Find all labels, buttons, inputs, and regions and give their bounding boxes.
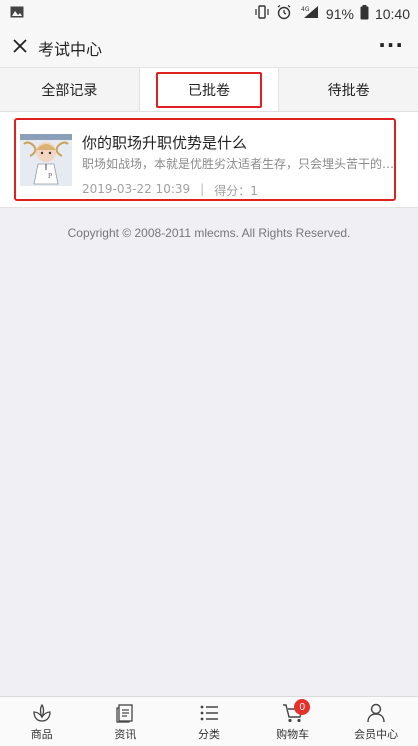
network-label: 4G [301,6,310,13]
nav-item-news[interactable]: 资讯 [84,697,168,746]
battery-percent: 91% [325,5,354,22]
page-title: 考试中心 [38,40,103,59]
gallery-notification-icon [10,6,24,22]
meta-separator: | [200,182,205,196]
tab-graded[interactable]: 已批卷 [139,68,280,111]
bottom-nav: 商品 资讯 分类 0 购物车 会员中心 [0,696,418,746]
tab-label: 待批卷 [327,82,370,99]
battery-icon [360,4,369,23]
svg-text:P: P [48,173,52,180]
close-icon[interactable] [10,36,30,56]
nav-item-products[interactable]: 商品 [0,697,84,746]
nav-label: 购物车 [276,727,310,741]
user-icon [367,703,385,722]
record-list: P 你的职场升职优势是什么 职场如战场，本就是优胜劣汰适者生存，只会埋头苦干的人… [0,112,418,208]
tab-pending[interactable]: 待批卷 [279,68,418,111]
record-description: 职场如战场，本就是优胜劣汰适者生存，只会埋头苦干的人… [82,157,402,171]
list-icon [200,705,218,720]
cart-count-badge: 0 [294,699,311,715]
signal-4g-icon: 4G [298,5,320,22]
clock-time: 10:40 [374,5,410,22]
flower-icon [33,703,51,722]
alarm-icon [276,4,292,23]
nav-item-cart[interactable]: 0 购物车 [251,697,335,746]
nav-item-member-center[interactable]: 会员中心 [334,697,418,746]
status-bar: 4G 91% 10:40 [0,0,418,26]
nav-label: 商品 [30,727,53,741]
record-date: 2019-03-22 10:39 [82,182,191,196]
record-meta: 2019-03-22 10:39 | 得分：1 [82,182,258,199]
copyright-text: Copyright © 2008-2011 mlecms. All Rights… [67,226,351,240]
nav-label: 会员中心 [354,727,399,741]
nav-item-categories[interactable]: 分类 [167,697,251,746]
document-icon [116,703,134,723]
record-title: 你的职场升职优势是什么 [82,134,248,152]
tab-all-records[interactable]: 全部记录 [0,68,140,111]
app-header: 考试中心 ··· [0,26,418,68]
nav-label: 资讯 [114,727,137,741]
record-tabs: 全部记录 已批卷 待批卷 [0,68,418,112]
nav-label: 分类 [197,727,220,741]
more-options-button[interactable]: ··· [378,33,404,57]
tab-label: 全部记录 [41,82,98,99]
list-item[interactable]: P 你的职场升职优势是什么 职场如战场，本就是优胜劣汰适者生存，只会埋头苦干的人… [14,118,402,201]
tab-label: 已批卷 [156,71,262,108]
vibrate-icon [254,5,270,22]
record-score: 得分：1 [214,184,258,198]
exam-thumbnail: P [20,134,72,186]
